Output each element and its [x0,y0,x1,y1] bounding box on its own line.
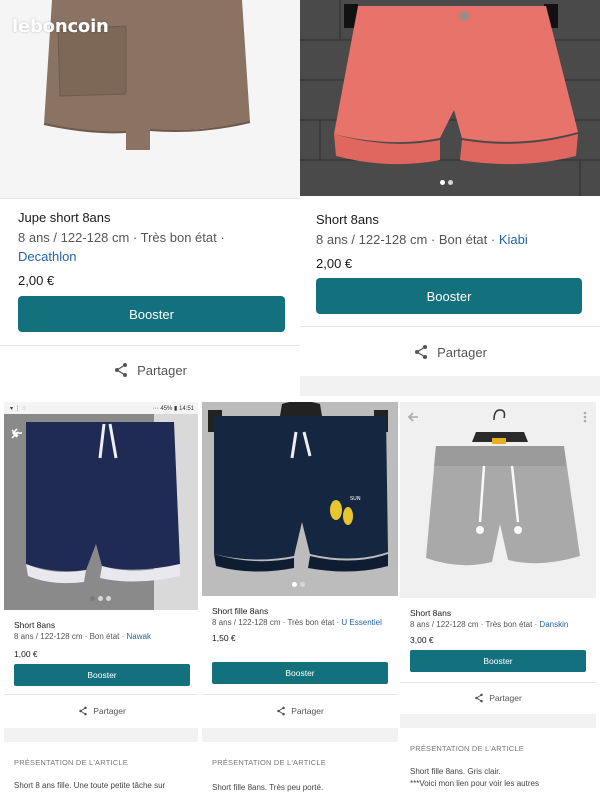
listing-meta: 8 ans / 122-128 cm · Bon état · Kiabi [316,231,584,250]
listing-description: Short fille 8ans. Gris clair. ***Voici m… [410,766,590,789]
panel-gap [300,376,600,396]
listing-meta: 8 ans / 122-128 cm · Très bon état · Dan… [410,619,586,631]
share-icon [79,706,87,716]
divider [202,694,398,695]
listing-card-2: Short 8ans 8 ans / 122-128 cm · Bon état… [300,0,600,396]
listing-title: Short 8ans [410,608,452,618]
share-label: Partager [137,362,187,378]
divider [400,682,596,683]
carousel-dot[interactable] [448,180,453,185]
listing-price: 1,50 € [212,632,236,643]
share-button[interactable]: Partager [0,358,300,382]
listing-photo-2[interactable] [300,0,600,196]
share-icon [415,345,428,359]
share-icon [475,693,483,703]
panel-gap [202,728,398,742]
listing-price: 2,00 € [18,272,55,288]
listing-title: Jupe short 8ans [18,210,111,225]
shorts-image [300,0,600,196]
leboncoin-logo: leboncoin [12,16,109,37]
listing-meta: 8 ans / 122-128 cm · Très bon état · U E… [212,617,388,629]
listing-price: 1,00 € [14,648,38,659]
share-button[interactable]: Partager [300,340,600,364]
booster-button[interactable]: Booster [18,296,285,332]
share-icon [115,363,128,377]
share-label: Partager [93,706,126,716]
listing-card-1: leboncoin Jupe short 8ans 8 ans / 122-12… [0,0,300,396]
back-arrow-icon[interactable] [406,410,420,424]
status-right: ⋯ 45% ▮ 14:51 [152,405,194,412]
shorts-image: SUN [202,402,398,596]
listing-title: Short 8ans [14,620,56,630]
row-separator [0,396,600,402]
share-button[interactable]: Partager [202,702,398,720]
more-options-icon[interactable] [582,410,588,424]
listing-attributes: 8 ans / 122-128 cm · Bon état · [316,232,496,247]
booster-button[interactable]: Booster [410,650,586,672]
carousel-dot[interactable] [292,582,297,587]
back-arrow-icon[interactable] [10,426,24,440]
listing-attributes: 8 ans / 122-128 cm · Très bon état · [212,618,340,627]
carousel-dot[interactable] [98,596,103,601]
listing-attributes: 8 ans / 122-128 cm · Très bon état · [410,620,538,629]
carousel-dots [90,596,111,601]
description-line: ***Voici mon lien pour voir les autres [410,778,539,788]
listing-attributes: 8 ans / 122-128 cm · Très bon état · [18,230,225,245]
shorts-image [400,402,596,598]
brand-link[interactable]: U Essentiel [341,618,381,627]
svg-text:SUN: SUN [350,496,361,502]
column-separator [398,402,400,800]
booster-button[interactable]: Booster [14,664,190,686]
booster-button[interactable]: Booster [316,278,582,314]
section-header: PRÉSENTATION DE L'ARTICLE [212,758,326,767]
carousel-dot[interactable] [440,180,445,185]
brand-link[interactable]: Decathlon [18,249,77,264]
listing-meta: 8 ans / 122-128 cm · Bon état · Nawak [14,631,190,643]
brand-link[interactable]: Kiabi [499,232,528,247]
listing-price: 3,00 € [410,634,434,645]
listing-photo-5[interactable] [400,402,596,598]
carousel-dot[interactable] [300,582,305,587]
listing-description: Short 8 ans fille. Une toute petite tâch… [14,781,166,790]
share-button[interactable]: Partager [4,702,200,720]
column-separator [198,402,202,800]
status-bar: ▾ ⋮ ◌ ⋯ 45% ▮ 14:51 [4,402,200,414]
listing-description: Short fille 8ans. Très peu porté. [212,783,324,792]
carousel-dots [292,582,305,587]
listing-attributes: 8 ans / 122-128 cm · Bon état · [14,632,125,641]
section-header: PRÉSENTATION DE L'ARTICLE [410,744,524,753]
listing-photo-1[interactable]: leboncoin [0,0,300,198]
carousel-dots [440,180,453,185]
share-icon [277,706,285,716]
booster-button[interactable]: Booster [212,662,388,684]
carousel-dot[interactable] [106,596,111,601]
shorts-image [4,414,200,610]
divider [0,198,300,199]
listing-price: 2,00 € [316,255,353,271]
panel-gap [4,728,200,742]
listing-meta: 8 ans / 122-128 cm · Très bon état · Dec… [18,229,282,267]
divider [0,345,300,346]
listing-photo-4[interactable]: SUN [202,402,398,596]
share-label: Partager [489,693,522,703]
description-line: Short fille 8ans. Gris clair. [410,767,501,776]
brand-link[interactable]: Danskin [539,620,568,629]
share-button[interactable]: Partager [400,689,596,707]
share-label: Partager [291,706,324,716]
listing-card-5: Short 8ans 8 ans / 122-128 cm · Très bon… [400,402,596,800]
listing-title: Short 8ans [316,212,379,227]
listing-card-3: ▾ ⋮ ◌ ⋯ 45% ▮ 14:51 Short 8ans 8 ans / 1… [4,402,200,800]
divider [4,694,200,695]
share-label: Partager [437,344,487,360]
carousel-dot[interactable] [90,596,95,601]
listing-title: Short fille 8ans [212,606,269,616]
brand-link[interactable]: Nawak [127,632,151,641]
listing-card-4: SUN Short fille 8ans 8 ans / 122-128 cm … [202,402,398,800]
divider [300,326,600,327]
panel-gap [400,714,596,728]
status-left: ▾ ⋮ ◌ [10,405,26,412]
section-header: PRÉSENTATION DE L'ARTICLE [14,758,128,767]
listing-photo-3[interactable] [4,414,200,610]
